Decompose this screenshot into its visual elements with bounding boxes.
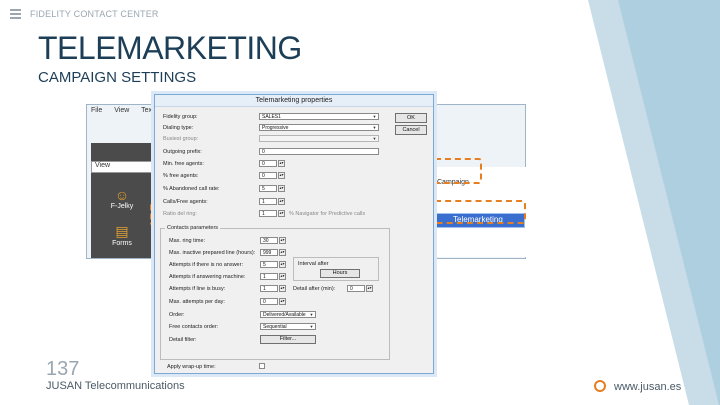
background-menu-bar: File View Tex — [91, 107, 162, 121]
slide-subtitle: CAMPAIGN SETTINGS — [38, 69, 197, 86]
slide-title: TELEMARKETING — [38, 30, 302, 66]
fidelity-group-select[interactable]: SALES1 ▼ — [259, 113, 379, 120]
attempts-busy-label: Attempts if line is busy: — [169, 286, 226, 292]
order-label: Order: — [169, 312, 185, 318]
abandoned-call-rate-input[interactable]: 5 — [259, 185, 277, 192]
screenshot-composite: File View Tex View ☺ F-Jelky ▤ Forms Cam… — [86, 94, 526, 374]
menu-file[interactable]: File — [91, 107, 102, 114]
max-attempts-day-spinner[interactable]: ▴▾ — [279, 298, 286, 305]
sidebar-item-label: F-Jelky — [110, 203, 134, 210]
outgoing-prefix-input[interactable]: 0 — [259, 148, 379, 155]
busy-group-label: Busiest group: — [163, 136, 199, 142]
sidebar-item-label: Forms — [112, 240, 132, 247]
free-agents-percent-label: % free agents: — [163, 173, 199, 179]
free-contacts-order-label: Free contacts order: — [169, 324, 219, 330]
dropdown-arrow-icon: ▼ — [309, 324, 314, 329]
order-select[interactable]: Delivered/Available ▼ — [260, 311, 316, 318]
dropdown-arrow-icon: ▼ — [372, 136, 377, 141]
ratio-spinner[interactable]: ▴▾ — [278, 210, 285, 217]
attempts-answering-label: Attempts if answering machine: — [169, 274, 246, 280]
sidebar-item-fjelky[interactable]: ☺ F-Jelky — [91, 187, 153, 210]
attempts-no-answer-spinner[interactable]: ▴▾ — [279, 261, 286, 268]
menu-view[interactable]: View — [114, 107, 129, 114]
highlight-box-top — [432, 158, 482, 184]
highlight-box-row — [432, 200, 526, 224]
interval-subgroup: Interval after Hours — [293, 257, 379, 281]
dropdown-arrow-icon: ▼ — [309, 312, 314, 317]
apply-wrap-up-checkbox[interactable] — [259, 363, 265, 369]
attempts-no-answer-label: Attempts if there is no answer: — [169, 262, 243, 268]
ratio-input[interactable]: 1 — [259, 210, 277, 217]
contacts-parameters-group: Contacts parameters Max. ring time: 30 ▴… — [160, 225, 390, 360]
outgoing-prefix-label: Outgoing prefix: — [163, 149, 202, 155]
max-ring-time-input[interactable]: 30 — [260, 237, 278, 244]
detail-after-input[interactable]: 0 — [347, 285, 365, 292]
form-icon: ▤ — [115, 223, 129, 239]
max-ring-time-label: Max. ring time: — [169, 238, 206, 244]
menu-icon — [10, 9, 21, 19]
attempts-answering-spinner[interactable]: ▴▾ — [279, 273, 286, 280]
min-free-agents-input[interactable]: 0 — [259, 160, 277, 167]
busy-group-select[interactable]: ▼ — [259, 135, 379, 142]
dialing-type-select[interactable]: Progressive ▼ — [259, 124, 379, 131]
sidebar-item-forms[interactable]: ▤ Forms — [91, 223, 153, 247]
people-icon: ☺ — [114, 187, 130, 203]
calls-per-free-agent-spinner[interactable]: ▴▾ — [278, 198, 285, 205]
max-inactive-label: Max. inactive prepared line (hours): — [169, 250, 256, 256]
header-brand: FIDELITY CONTACT CENTER — [30, 9, 159, 19]
telemarketing-properties-dialog: Telemarketing properties Fidelity group:… — [154, 94, 434, 374]
attempts-busy-input[interactable]: 1 — [260, 285, 278, 292]
ok-button[interactable]: OK — [395, 113, 427, 123]
dialog-title: Telemarketing properties — [155, 95, 433, 107]
calls-per-free-agent-input[interactable]: 1 — [259, 198, 277, 205]
max-attempts-day-input[interactable]: 0 — [260, 298, 278, 305]
background-view-select[interactable]: View — [91, 161, 153, 173]
attempts-answering-input[interactable]: 1 — [260, 273, 278, 280]
detail-filter-label: Detail filter: — [169, 337, 197, 343]
free-agents-percent-spinner[interactable]: ▴▾ — [278, 172, 285, 179]
abandoned-call-rate-spinner[interactable]: ▴▾ — [278, 185, 285, 192]
free-agents-percent-input[interactable]: 0 — [259, 172, 277, 179]
free-contacts-order-select[interactable]: Sequential ▼ — [260, 323, 316, 330]
cancel-button[interactable]: Cancel — [395, 125, 427, 135]
max-ring-time-spinner[interactable]: ▴▾ — [279, 237, 286, 244]
max-inactive-spinner[interactable]: ▴▾ — [279, 249, 286, 256]
max-inactive-input[interactable]: 999 — [260, 249, 278, 256]
page-number: 137 — [46, 358, 80, 380]
jusan-logo-icon — [594, 380, 606, 392]
footer-company: JUSAN Telecommunications — [46, 380, 185, 392]
attempts-no-answer-input[interactable]: 5 — [260, 261, 278, 268]
apply-wrap-up-label: Apply wrap-up time: — [167, 364, 216, 370]
predictive-hint-label: % Navigator for Predictive calls — [289, 211, 366, 217]
dialing-type-label: Dialing type: — [163, 125, 194, 131]
dropdown-arrow-icon: ▼ — [372, 114, 377, 119]
abandoned-call-rate-label: % Abandoned call rate: — [163, 186, 220, 192]
detail-after-spinner[interactable]: ▴▾ — [366, 285, 373, 292]
group-title: Contacts parameters — [165, 225, 221, 231]
filter-button[interactable]: Filter... — [260, 335, 316, 344]
decorative-stripe-dark — [618, 0, 720, 405]
detail-after-label: Detail after (min): — [293, 286, 336, 292]
calls-per-free-agent-label: Calls/Free agents: — [163, 199, 208, 205]
max-attempts-day-label: Max. attempts per day: — [169, 299, 225, 305]
dropdown-arrow-icon: ▼ — [372, 125, 377, 130]
interval-label: Interval after — [298, 261, 329, 267]
ratio-label: Ratio del ring: — [163, 211, 197, 217]
fidelity-group-label: Fidelity group: — [163, 114, 198, 120]
hours-button[interactable]: Hours — [320, 269, 360, 278]
min-free-agents-spinner[interactable]: ▴▾ — [278, 160, 285, 167]
attempts-busy-spinner[interactable]: ▴▾ — [279, 285, 286, 292]
footer-url[interactable]: www.jusan.es — [614, 381, 681, 393]
menu-tex[interactable]: Tex — [141, 107, 152, 114]
min-free-agents-label: Min. free agents: — [163, 161, 204, 167]
